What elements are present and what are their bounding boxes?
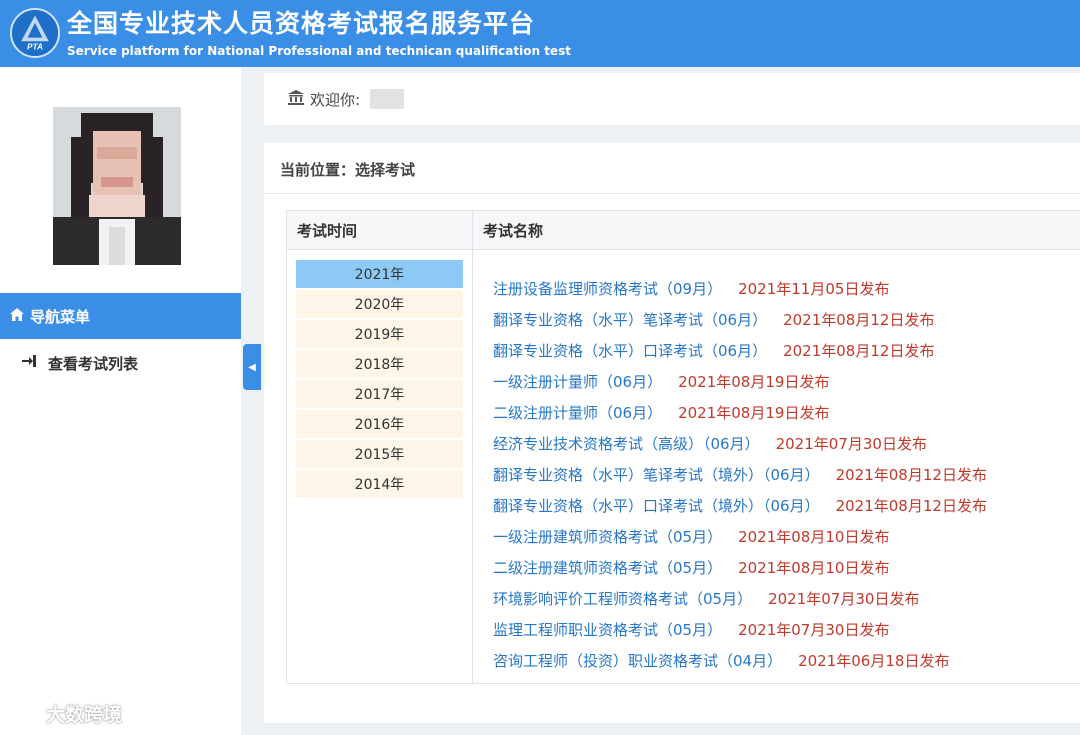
exam-list-item: 一级注册计量师（06月） 2021年08月19日发布 — [493, 366, 987, 397]
year-item[interactable]: 2016年 — [296, 410, 463, 438]
year-item[interactable]: 2018年 — [296, 350, 463, 378]
site-subtitle: Service platform for National Profession… — [67, 44, 571, 58]
breadcrumb: 当前位置：选择考试 — [280, 161, 416, 179]
main-panel: 当前位置：选择考试 考试时间 考试名称 2021年 2020年 2019年 20… — [264, 143, 1080, 723]
exam-publish-date: 2021年07月30日发布 — [768, 590, 920, 608]
exam-publish-date: 2021年08月19日发布 — [678, 404, 830, 422]
avatar — [53, 107, 181, 265]
welcome-bar: 欢迎你: — [264, 73, 1080, 125]
exam-link[interactable]: 一级注册建筑师资格考试（05月） — [493, 526, 722, 547]
exam-list: 注册设备监理师资格考试（09月） 2021年11月05日发布 翻译专业资格（水平）… — [493, 273, 987, 676]
exam-table: 考试时间 考试名称 2021年 2020年 2019年 2018年 2017年 … — [286, 210, 1080, 684]
exam-publish-date: 2021年11月05日发布 — [738, 280, 890, 298]
divider — [264, 193, 1080, 194]
exam-list-item: 翻译专业资格（水平）笔译考试（06月） 2021年08月12日发布 — [493, 304, 987, 335]
exam-link[interactable]: 翻译专业资格（水平）口译考试（06月） — [493, 340, 767, 361]
exam-link[interactable]: 咨询工程师（投资）职业资格考试（04月） — [493, 650, 782, 671]
exam-publish-date: 2021年07月30日发布 — [775, 435, 927, 453]
sidebar-item-label: 查看考试列表 — [48, 354, 139, 373]
exam-list-item: 二级注册建筑师资格考试（05月） 2021年08月10日发布 — [493, 552, 987, 583]
exam-link[interactable]: 注册设备监理师资格考试（09月） — [493, 278, 722, 299]
sign-in-icon — [22, 354, 36, 372]
exam-link[interactable]: 翻译专业资格（水平）笔译考试（06月） — [493, 309, 767, 330]
pta-logo: PTA — [10, 8, 60, 58]
exam-publish-date: 2021年08月19日发布 — [678, 373, 830, 391]
watermark-logo-icon — [12, 700, 42, 727]
exam-publish-date: 2021年08月12日发布 — [783, 311, 935, 329]
exam-publish-date: 2021年08月12日发布 — [783, 342, 935, 360]
exam-link[interactable]: 二级注册建筑师资格考试（05月） — [493, 557, 722, 578]
year-item[interactable]: 2020年 — [296, 290, 463, 318]
watermark-text: 大数跨境 — [46, 704, 123, 726]
exam-list-item: 咨询工程师（投资）职业资格考试（04月） 2021年06月18日发布 — [493, 645, 987, 676]
welcome-label: 欢迎你: — [310, 90, 361, 109]
exam-list-item: 翻译专业资格（水平）口译考试（06月） 2021年08月12日发布 — [493, 335, 987, 366]
user-name-redacted — [370, 89, 405, 109]
year-list: 2021年 2020年 2019年 2018年 2017年 2016年 2015… — [296, 260, 463, 500]
sidebar: 导航菜单 查看考试列表 — [0, 67, 241, 735]
svg-text:PTA: PTA — [27, 43, 43, 52]
sidebar-collapse-button[interactable]: ◀ — [243, 344, 261, 390]
watermark: 大数跨境 — [12, 700, 122, 727]
exam-list-item: 翻译专业资格（水平）口译考试（境外）（06月） 2021年08月12日发布 — [493, 490, 987, 521]
exam-link[interactable]: 翻译专业资格（水平）笔译考试（境外）（06月） — [493, 464, 820, 485]
nav-menu-label: 导航菜单 — [30, 307, 91, 326]
year-item[interactable]: 2017年 — [296, 380, 463, 408]
exam-list-item: 一级注册建筑师资格考试（05月） 2021年08月10日发布 — [493, 521, 987, 552]
year-item[interactable]: 2015年 — [296, 440, 463, 468]
exam-link[interactable]: 二级注册计量师（06月） — [493, 402, 662, 423]
column-header-name: 考试名称 — [473, 211, 1080, 250]
sidebar-item-exam-list[interactable]: 查看考试列表 — [22, 351, 138, 375]
exam-publish-date: 2021年07月30日发布 — [738, 621, 890, 639]
exam-link[interactable]: 经济专业技术资格考试（高级）（06月） — [493, 433, 760, 454]
caret-left-icon: ◀ — [248, 361, 256, 373]
exam-list-item: 监理工程师职业资格考试（05月） 2021年07月30日发布 — [493, 614, 987, 645]
exam-list-item: 翻译专业资格（水平）笔译考试（境外）（06月） 2021年08月12日发布 — [493, 459, 987, 490]
exam-link[interactable]: 翻译专业资格（水平）口译考试（境外）（06月） — [493, 495, 820, 516]
year-item[interactable]: 2021年 — [296, 260, 463, 288]
exam-list-item: 环境影响评价工程师资格考试（05月） 2021年07月30日发布 — [493, 583, 987, 614]
exam-publish-date: 2021年08月12日发布 — [835, 497, 987, 515]
year-item[interactable]: 2014年 — [296, 470, 463, 498]
exam-link[interactable]: 监理工程师职业资格考试（05月） — [493, 619, 722, 640]
exam-publish-date: 2021年06月18日发布 — [798, 652, 950, 670]
home-icon — [10, 307, 24, 325]
column-header-time: 考试时间 — [287, 211, 472, 250]
exam-list-item: 经济专业技术资格考试（高级）（06月） 2021年07月30日发布 — [493, 428, 987, 459]
site-title: 全国专业技术人员资格考试报名服务平台 — [67, 9, 536, 38]
nav-menu-header[interactable]: 导航菜单 — [0, 293, 241, 339]
exam-publish-date: 2021年08月12日发布 — [835, 466, 987, 484]
exam-list-item: 注册设备监理师资格考试（09月） 2021年11月05日发布 — [493, 273, 987, 304]
site-header: PTA 全国专业技术人员资格考试报名服务平台 Service platform … — [0, 0, 1080, 67]
column-divider — [472, 211, 473, 683]
exam-publish-date: 2021年08月10日发布 — [738, 559, 890, 577]
year-item[interactable]: 2019年 — [296, 320, 463, 348]
exam-publish-date: 2021年08月10日发布 — [738, 528, 890, 546]
exam-link[interactable]: 一级注册计量师（06月） — [493, 371, 662, 392]
exam-link[interactable]: 环境影响评价工程师资格考试（05月） — [493, 588, 752, 609]
exam-list-item: 二级注册计量师（06月） 2021年08月19日发布 — [493, 397, 987, 428]
bank-icon — [288, 89, 304, 109]
